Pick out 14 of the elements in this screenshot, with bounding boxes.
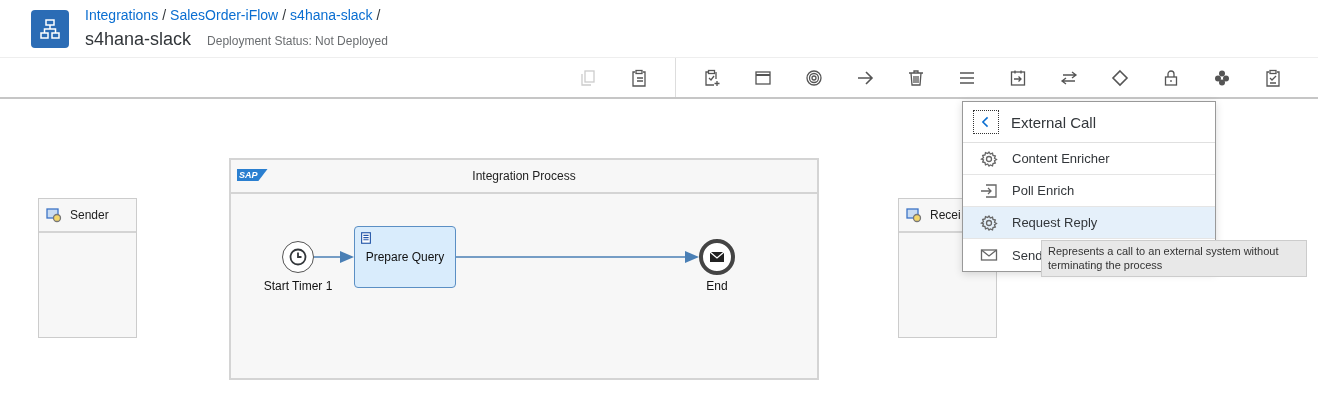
sap-logo: SAP <box>237 169 268 181</box>
breadcrumb-separator: / <box>282 7 287 23</box>
breadcrumb-separator: / <box>376 7 381 23</box>
pool-label: Sender <box>70 208 109 222</box>
process-title: Integration Process <box>472 169 576 183</box>
menu-title: External Call <box>1011 113 1097 131</box>
breadcrumb-separator: / <box>162 7 167 23</box>
page-title: s4hana-slack <box>85 29 192 50</box>
node-label: End <box>706 279 728 293</box>
task-label: Prepare Query <box>365 250 445 264</box>
tooltip: Represents a call to an external system without terminating the process <box>1041 240 1307 277</box>
node-label: Start Timer 1 <box>263 279 333 293</box>
pool-label: Recei <box>930 208 961 222</box>
deployment-status: Deployment Status: Not Deployed <box>207 34 388 48</box>
